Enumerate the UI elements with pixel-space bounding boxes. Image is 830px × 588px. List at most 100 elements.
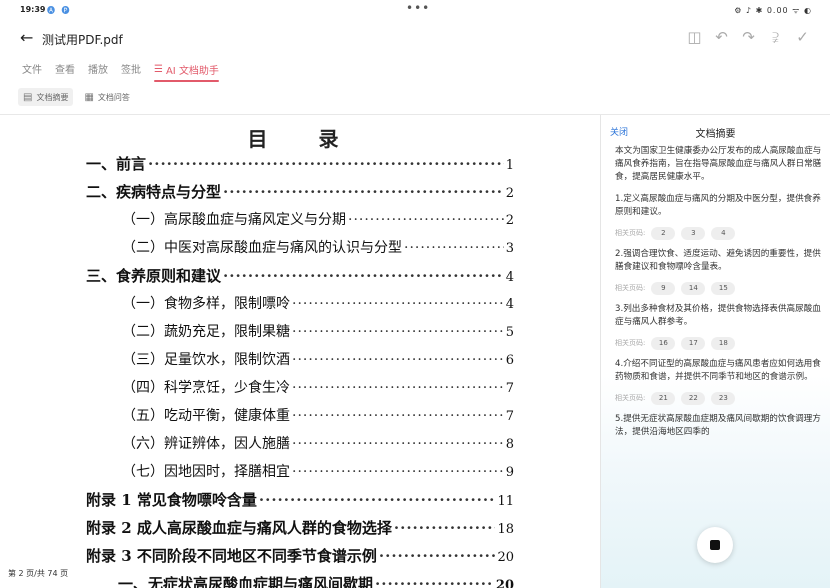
menu-item-file[interactable]: 文件 (22, 61, 42, 77)
summary-item: 5.提供无症状高尿酸血症期及痛风间歇期的饮食调理方法，提供沿海地区四季的 (615, 413, 823, 439)
toc-entry-label: 附录 1 常见食物嘌呤含量 (86, 491, 257, 509)
toc-entry[interactable]: （四）科学烹饪，少食生冷 ····························… (122, 377, 514, 397)
stop-generation-button[interactable] (697, 527, 733, 563)
toc-entry[interactable]: 三、食养原则和建议 ·······························… (86, 265, 514, 286)
document-summary-label: 文档摘要 (36, 92, 69, 102)
related-pages-label: 相关页码: (615, 339, 646, 347)
toc-entry[interactable]: 附录 2 成人高尿酸血症与痛风人群的食物选择··················… (86, 517, 514, 538)
summary-panel-header: 关闭 文档摘要 (601, 124, 830, 140)
toc-entry-page: 1 (505, 158, 514, 173)
toc-leader-dots: ········································… (223, 183, 504, 201)
toc-leader-dots: ········································… (292, 296, 504, 312)
toc-entry[interactable]: （三）足量饮水，限制饮酒 ····························… (122, 349, 514, 369)
toc-entry-page: 7 (505, 381, 514, 396)
page-chip[interactable]: 23 (711, 392, 736, 405)
toc-entry-label: 一、无症状高尿酸血症期与痛风间歇期 (118, 575, 374, 588)
toc-entry[interactable]: （七）因地因时，择膳相宜 ····························… (122, 461, 514, 481)
toc-entry[interactable]: （六）辨证辨体，因人施膳 ····························… (122, 433, 514, 453)
toc-entry-page: 5 (505, 325, 514, 340)
page-chip[interactable]: 17 (681, 337, 706, 350)
toc-entry-page: 20 (497, 550, 514, 565)
toc-entry-page: 4 (505, 270, 514, 285)
toc-leader-dots: ········································… (223, 267, 504, 285)
related-pages-label: 相关页码: (615, 394, 646, 402)
toc-entry-label: 附录 3 不同阶段不同地区不同季节食谱示例 (86, 547, 377, 565)
page-chip[interactable]: 3 (681, 227, 706, 240)
menu-item-ai-label: AI 文档助手 (165, 65, 219, 77)
toc-entry[interactable]: （五）吃动平衡，健康体重 ····························… (122, 405, 514, 425)
ai-sparkle-icon: ☰ (154, 63, 163, 75)
toc-entry-label: 附录 2 成人高尿酸血症与痛风人群的食物选择 (86, 519, 392, 537)
summary-item: 4.介绍不同证型的高尿酸血症与痛风患者应如何选用食药物质和食谱，并提供不同季节和… (615, 358, 823, 405)
toc-entry[interactable]: （二）中医对高尿酸血症与痛风的认识与分型 ····················… (122, 237, 514, 257)
document-qa-button[interactable]: ▦ 文档问答 (79, 88, 134, 106)
share-icon[interactable]: ⫌ (768, 28, 783, 46)
toc-entry-label: 三、食养原则和建议 (86, 267, 222, 285)
toc-entry-page: 9 (505, 465, 514, 480)
status-indicators: ⚙ ♪ ✱ 0.00 ᯤ ◐ (734, 6, 812, 15)
toc-entry[interactable]: 附录 1 常见食物嘌呤含量 ···························… (86, 489, 514, 510)
document-title: 测试用PDF.pdf (42, 33, 123, 47)
status-time: 19:39 (20, 5, 46, 14)
layout-icon[interactable]: ◫ (687, 28, 702, 46)
toc-entry[interactable]: （一）高尿酸血症与痛风定义与分期 ························… (122, 209, 514, 229)
related-pages: 相关页码: 9 14 15 (615, 282, 823, 295)
summary-items: 1.定义高尿酸血症与痛风的分期及中医分型，提供食养原则和建议。 相关页码: 2 3 4 2… (615, 193, 823, 439)
toc-entry[interactable]: （二）蔬奶充足，限制果糖 ····························… (122, 321, 514, 341)
page-chip[interactable]: 21 (651, 392, 676, 405)
document-summary-button[interactable]: ▤ 文档摘要 (18, 88, 74, 106)
toc-entry[interactable]: 一、无症状高尿酸血症期与痛风间歇期·······················… (118, 573, 514, 588)
toc-leader-dots: ········································… (378, 547, 496, 565)
page-chip[interactable]: 2 (651, 227, 676, 240)
menu-bar: 文件 查看 播放 签批 ☰ AI 文档助手 (22, 61, 219, 82)
menu-item-view[interactable]: 查看 (55, 61, 75, 77)
toc-leader-dots: ········································… (393, 519, 496, 537)
page-chip[interactable]: 16 (651, 337, 676, 350)
toc-entry-label: （一）高尿酸血症与痛风定义与分期 (122, 212, 346, 228)
document-page[interactable]: 目 录 一、前言 ································… (0, 115, 600, 588)
page-chip[interactable]: 18 (711, 337, 736, 350)
toc-leader-dots: ········································… (292, 380, 504, 396)
toc-entry-page: 7 (505, 409, 514, 424)
toc-entry-label: （四）科学烹饪，少食生冷 (122, 380, 290, 396)
toc-leader-dots: ········································… (148, 155, 504, 173)
related-pages: 相关页码: 16 17 18 (615, 337, 823, 350)
toolbar-icons: ◫ ↶ ↷ ⫌ ✓ (687, 28, 810, 46)
toc-leader-dots: ········································… (404, 240, 504, 256)
page-chip[interactable]: 9 (651, 282, 676, 295)
summary-panel-title: 文档摘要 (695, 129, 736, 140)
summary-item-text: 2.强调合理饮食、适度运动、避免诱因的重要性，提供膳食建议和食物嘌呤含量表。 (615, 249, 821, 272)
related-pages: 相关页码: 2 3 4 (615, 227, 823, 240)
screen: 19:39 🅐 🅟 ••• ⚙ ♪ ✱ 0.00 ᯤ ◐ ← 测试用PDF.pd… (0, 0, 830, 588)
toc-leader-dots: ········································… (348, 212, 504, 228)
check-icon[interactable]: ✓ (795, 28, 810, 46)
page-chip[interactable]: 14 (681, 282, 706, 295)
summary-item-text: 5.提供无症状高尿酸血症期及痛风间歇期的饮食调理方法，提供沿海地区四季的 (615, 414, 821, 437)
toc-leader-dots: ········································… (375, 575, 494, 588)
arrow-left-icon[interactable]: ← (20, 28, 33, 47)
status-bar: 19:39 🅐 🅟 ••• ⚙ ♪ ✱ 0.00 ᯤ ◐ (0, 0, 830, 20)
toc-entry-page: 2 (505, 213, 514, 228)
menu-item-play[interactable]: 播放 (88, 61, 108, 77)
undo-icon[interactable]: ↶ (714, 28, 729, 46)
toc-entry[interactable]: （一）食物多样，限制嘌呤 ····························… (122, 293, 514, 313)
page-chip[interactable]: 22 (681, 392, 706, 405)
toc-entry[interactable]: 二、疾病特点与分型 ·······························… (86, 181, 514, 202)
page-chip[interactable]: 15 (711, 282, 736, 295)
related-pages-label: 相关页码: (615, 284, 646, 292)
page-indicator: 第 2 页/共 74 页 (8, 569, 69, 578)
toc-entry[interactable]: 一、前言 ····································… (86, 153, 514, 174)
page-chip[interactable]: 4 (711, 227, 736, 240)
more-dots-icon[interactable]: ••• (406, 1, 430, 15)
toc-leader-dots: ········································… (292, 464, 504, 480)
summary-intro: 本文为国家卫生健康委办公厅发布的成人高尿酸血症与痛风食养指南，旨在指导高尿酸血症… (615, 146, 822, 182)
status-app-icons: 🅐 🅟 (47, 6, 72, 15)
toc-entry[interactable]: 附录 3 不同阶段不同地区不同季节食谱示例 ···················… (86, 545, 514, 566)
toc-entry-page: 8 (505, 437, 514, 452)
toc-entry-page: 4 (505, 297, 514, 312)
menu-item-annotate[interactable]: 签批 (121, 61, 141, 77)
redo-icon[interactable]: ↷ (741, 28, 756, 46)
menu-item-ai-assistant[interactable]: ☰ AI 文档助手 (154, 61, 219, 82)
toc-leader-dots: ········································… (292, 324, 504, 340)
summary-item: 2.强调合理饮食、适度运动、避免诱因的重要性，提供膳食建议和食物嘌呤含量表。相关… (615, 248, 823, 295)
